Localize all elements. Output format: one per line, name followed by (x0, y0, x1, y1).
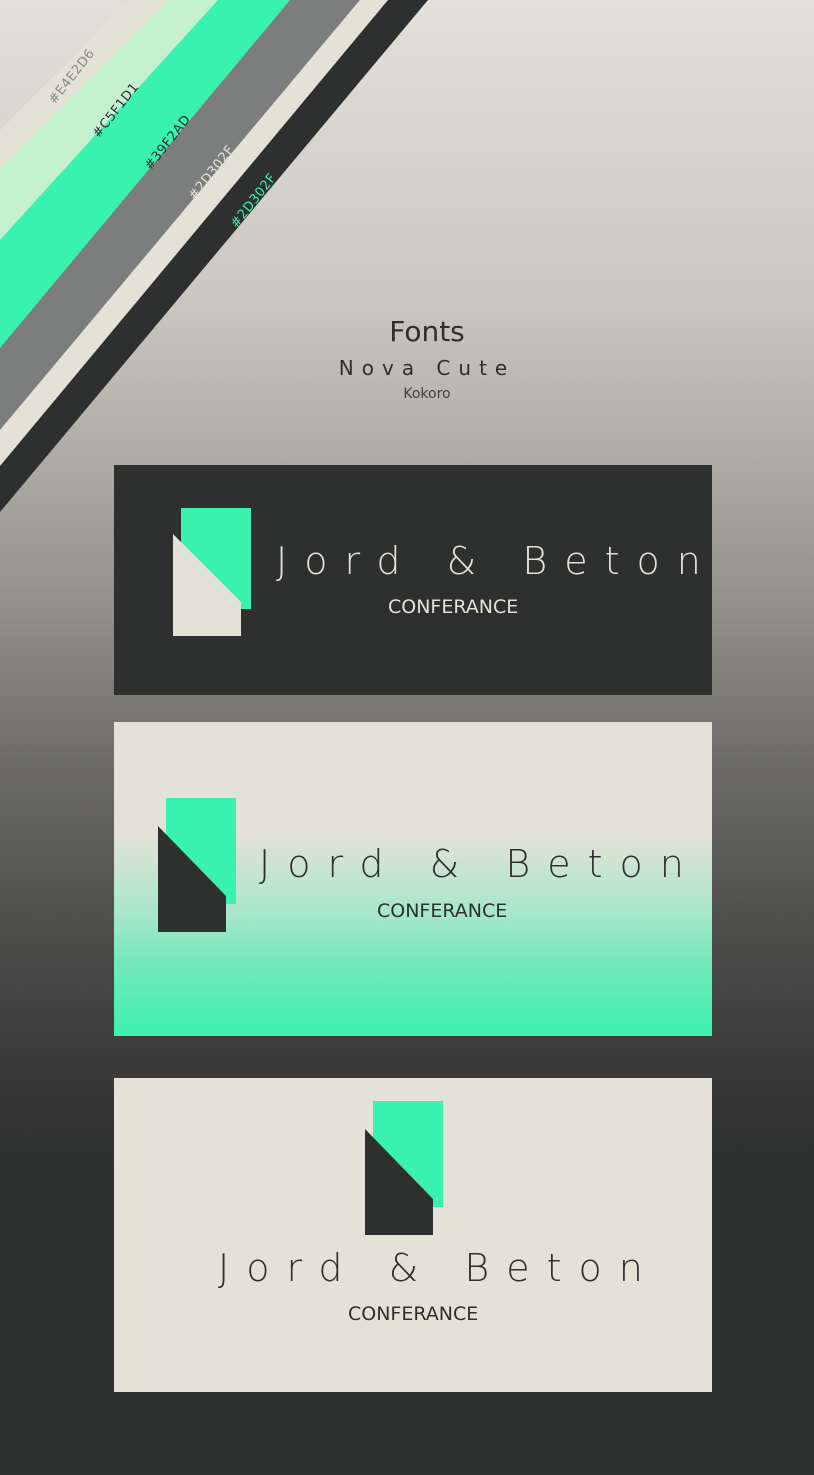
logo-card-dark: Jord & Beton CONFERANCE (114, 465, 712, 695)
logo-card-gradient: Jord & Beton CONFERANCE (114, 722, 712, 1036)
fonts-section: Fonts Nova Cute Kokoro (0, 312, 814, 404)
swatch-label-e4e2d6: #E4E2D6 (46, 46, 99, 108)
logo-card-light: Jord & Beton CONFERANCE (114, 1078, 712, 1392)
swatch-label-2d302f-grey: #2D302F (186, 142, 238, 204)
logo-wordmark: Jord & Beton (276, 539, 718, 583)
logo-mark-icon (365, 1101, 443, 1235)
logo-tagline: CONFERANCE (377, 900, 508, 922)
logo-tagline: CONFERANCE (348, 1303, 479, 1325)
swatch-label-c5f1d1: #C5F1D1 (90, 80, 143, 142)
logo-mark-icon (173, 508, 251, 636)
logo-tagline: CONFERANCE (388, 596, 519, 618)
swatch-label-2d302f: #2D302F (228, 170, 280, 232)
swatch-stripe-39f2ad (0, 0, 290, 348)
font-primary-name: Nova Cute (338, 356, 516, 380)
swatch-label-39f2ad: #39F2AD (142, 112, 195, 174)
fonts-title: Fonts (389, 315, 465, 348)
logo-mark-icon (158, 798, 236, 932)
swatch-stripe-e4e2d6 (0, 0, 168, 168)
logo-wordmark: Jord & Beton (259, 842, 701, 886)
logo-wordmark: Jord & Beton (218, 1246, 660, 1290)
font-secondary-name: Kokoro (403, 386, 451, 402)
